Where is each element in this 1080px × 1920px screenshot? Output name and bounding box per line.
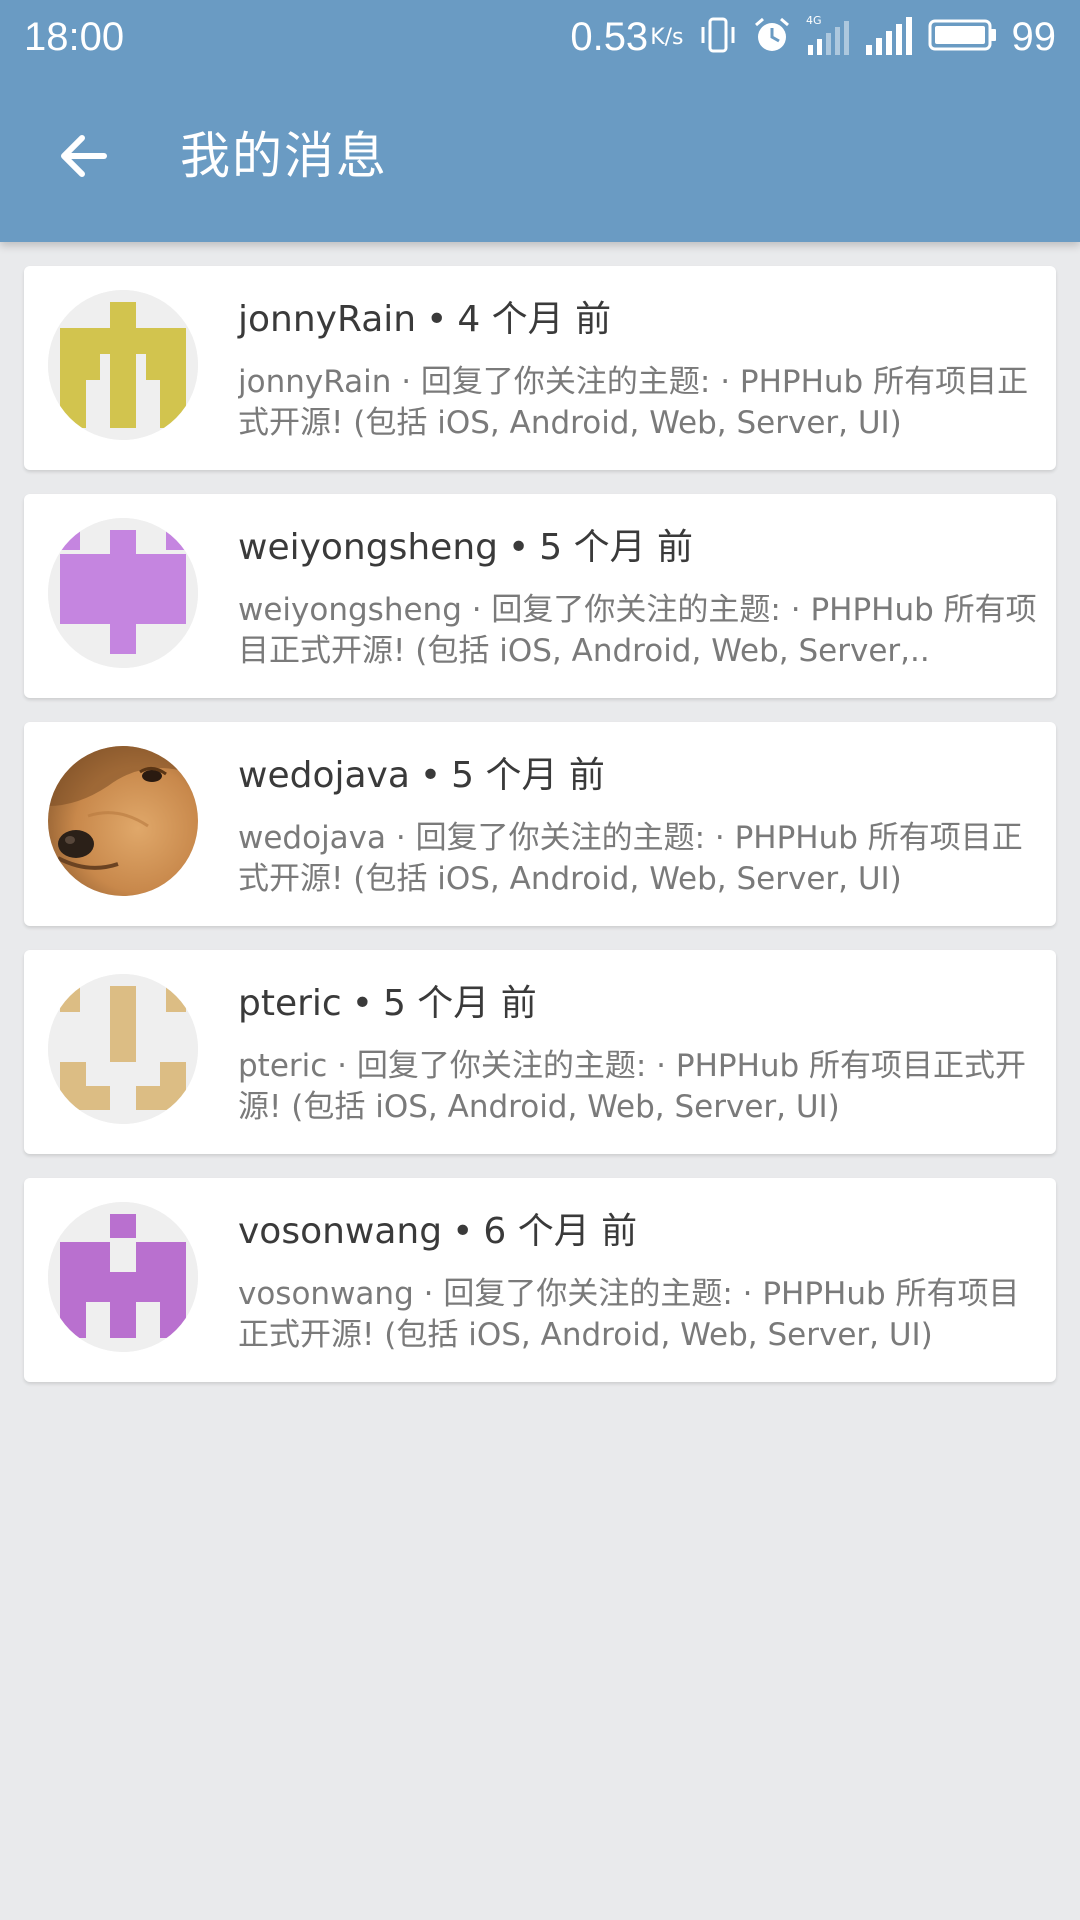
message-text: jonnyRain · 回复了你关注的主题: · PHPHub 所有项目正式开源…: [238, 364, 1029, 441]
message-username[interactable]: pteric: [238, 983, 342, 1024]
network-speed-unit: K/s: [650, 25, 684, 50]
message-username[interactable]: vosonwang: [238, 1211, 442, 1252]
message-list: jonnyRain • 4 个月 前 jonnyRain · 回复了你关注的主题: …: [24, 266, 1056, 1406]
message-time: 6 个月 前: [483, 1211, 638, 1252]
message-header: jonnyRain • 4 个月 前: [238, 292, 1038, 348]
message-item[interactable]: wedojava • 5 个月 前 wedojava · 回复了你关注的主题: · …: [24, 722, 1056, 926]
message-text: pteric · 回复了你关注的主题: · PHPHub 所有项目正式开源! (…: [238, 1048, 1027, 1125]
separator-dot: •: [507, 527, 530, 568]
identicon-tan-icon: [48, 974, 198, 1124]
battery-icon: [928, 15, 998, 59]
vibrate-icon: [698, 15, 738, 59]
signal-icon: [864, 13, 914, 61]
dog-photo-icon: [48, 746, 198, 896]
message-username[interactable]: wedojava: [238, 755, 410, 796]
app-bar: 18:00 0.53K/s 4G 99 我的消息: [0, 0, 1080, 242]
message-item[interactable]: vosonwang • 6 个月 前 vosonwang · 回复了你关注的主题: …: [24, 1178, 1056, 1382]
avatar[interactable]: [48, 1202, 198, 1352]
message-item[interactable]: pteric • 5 个月 前 pteric · 回复了你关注的主题: · PHPH…: [24, 950, 1056, 1154]
message-header: pteric • 5 个月 前: [238, 976, 1038, 1032]
toolbar: 我的消息: [0, 76, 1080, 242]
avatar[interactable]: [48, 974, 198, 1124]
separator-dot: •: [419, 755, 442, 796]
identicon-yellow-icon: [48, 290, 198, 440]
message-text: weiyongsheng · 回复了你关注的主题: · PHPHub 所有项目正…: [238, 592, 1037, 669]
message-item[interactable]: weiyongsheng • 5 个月 前 weiyongsheng · 回复了你关…: [24, 494, 1056, 698]
avatar[interactable]: [48, 518, 198, 668]
avatar[interactable]: [48, 290, 198, 440]
message-username[interactable]: weiyongsheng: [238, 527, 498, 568]
message-time: 4 个月 前: [457, 299, 612, 340]
avatar[interactable]: [48, 746, 198, 896]
identicon-violet-icon: [48, 518, 198, 668]
message-item[interactable]: jonnyRain • 4 个月 前 jonnyRain · 回复了你关注的主题: …: [24, 266, 1056, 470]
back-button[interactable]: [36, 116, 132, 196]
arrow-back-icon: [61, 135, 107, 177]
message-time: 5 个月 前: [382, 983, 537, 1024]
svg-text:4G: 4G: [806, 14, 822, 27]
message-text: wedojava · 回复了你关注的主题: · PHPHub 所有项目正式开源!…: [238, 820, 1023, 897]
identicon-purple-icon: [48, 1202, 198, 1352]
separator-dot: •: [351, 983, 373, 1024]
status-bar: 18:00 0.53K/s 4G 99: [0, 0, 1080, 76]
separator-dot: •: [452, 1211, 474, 1252]
battery-level: 99: [1011, 15, 1057, 59]
message-text: vosonwang · 回复了你关注的主题: · PHPHub 所有项目正式开源…: [238, 1276, 1020, 1353]
message-username[interactable]: jonnyRain: [238, 299, 416, 340]
page-title: 我的消息: [180, 127, 388, 185]
message-time: 5 个月 前: [451, 755, 605, 796]
alarm-icon: [752, 15, 792, 59]
4g-signal-icon: 4G: [806, 13, 850, 61]
status-time: 18:00: [24, 15, 125, 59]
separator-dot: •: [426, 299, 448, 340]
message-header: wedojava • 5 个月 前: [238, 748, 1038, 804]
network-speed: 0.53K/s: [570, 12, 683, 62]
message-time: 5 个月 前: [539, 527, 694, 568]
message-header: vosonwang • 6 个月 前: [238, 1204, 1038, 1260]
network-speed-value: 0.53: [570, 15, 649, 59]
message-header: weiyongsheng • 5 个月 前: [238, 520, 1038, 576]
status-icons: 0.53K/s 4G 99: [570, 12, 1056, 62]
